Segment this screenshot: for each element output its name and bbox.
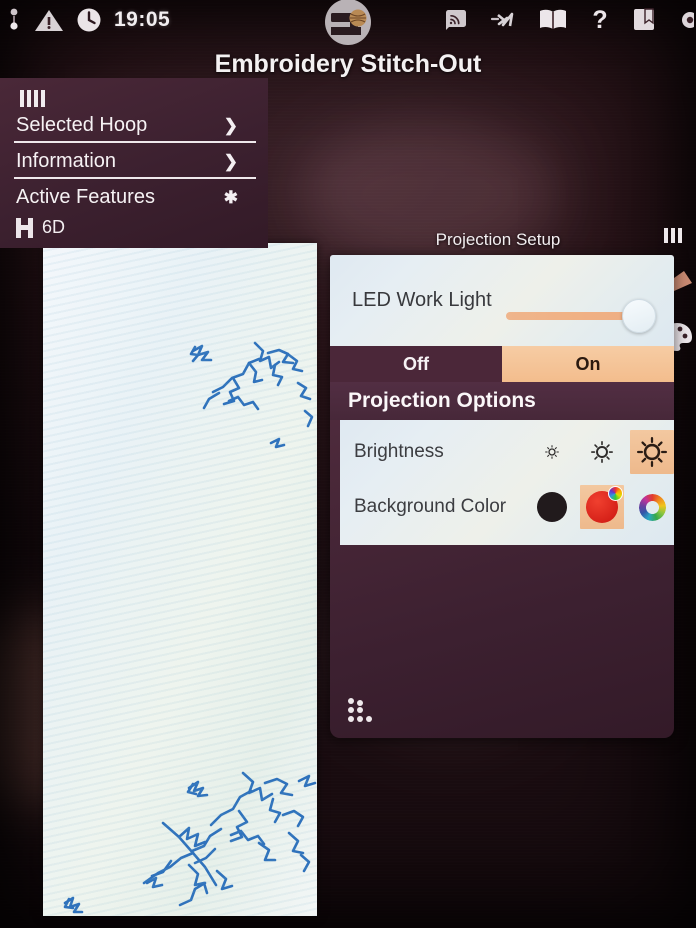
svg-text:?: ?	[592, 6, 607, 34]
background-color-label: Background Color	[354, 496, 507, 518]
led-brightness-slider[interactable]	[506, 299, 656, 333]
manual-book-icon[interactable]	[538, 8, 568, 32]
color-wheel-icon	[638, 493, 666, 521]
led-work-light-label: LED Work Light	[352, 289, 492, 311]
sidebar-item-label: Active Features	[16, 186, 155, 208]
active-feature-6d[interactable]: 6D	[14, 217, 256, 238]
sidebar-item-label: Information	[16, 150, 117, 172]
brightness-label: Brightness	[354, 441, 444, 463]
gear-icon[interactable]	[678, 7, 696, 33]
help-question-icon[interactable]: ?	[590, 6, 610, 34]
sewing-machine-icon[interactable]	[320, 0, 376, 57]
status-bar-left: 19:05	[0, 7, 170, 33]
toggle-off-button[interactable]: Off	[330, 346, 502, 382]
hoop-bars-icon	[20, 90, 256, 107]
red-swatch-icon	[586, 486, 623, 523]
brightness-medium-button[interactable]	[580, 430, 624, 474]
sidebar-item-active-features[interactable]: Active Features ✱	[14, 183, 256, 213]
sidebar-item-selected-hoop[interactable]: Selected Hoop ❯	[14, 111, 256, 143]
warning-triangle-icon[interactable]	[34, 8, 64, 33]
pendant-icon[interactable]	[6, 7, 22, 33]
projection-setup-dialog: Projection Setup LED Work Light Off On P…	[318, 228, 678, 738]
brightness-choices	[530, 430, 674, 474]
wifi-signal-icon[interactable]	[444, 8, 468, 32]
background-color-wheel-button[interactable]	[630, 485, 674, 529]
background-color-choices	[530, 485, 674, 529]
projection-options-panel: Brightness Background Color	[340, 420, 674, 545]
chevron-down-icon: ✱	[223, 187, 238, 207]
projection-onoff-toggle: Off On	[330, 346, 674, 382]
brightness-low-button[interactable]	[530, 430, 574, 474]
projection-options-header: Projection Options	[330, 382, 674, 420]
device-screen: 19:05 ? Embroidery Stitch-Out Selected H…	[0, 0, 696, 928]
chevron-right-icon: ❯	[223, 115, 238, 135]
sidebar-item-label: Selected Hoop	[16, 114, 148, 136]
chevron-right-icon: ❯	[223, 151, 238, 171]
status-bar: 19:05 ?	[0, 0, 696, 45]
clock-time: 19:05	[114, 8, 171, 31]
color-wheel-badge-icon	[608, 486, 623, 501]
background-color-black-button[interactable]	[530, 485, 574, 529]
active-feature-label: 6D	[42, 217, 66, 237]
status-bar-right: ?	[444, 6, 696, 34]
embroidery-design-canvas[interactable]	[43, 243, 317, 916]
slider-track	[506, 312, 634, 320]
dialog-title: Projection Setup	[435, 230, 561, 249]
black-swatch-icon	[537, 492, 567, 522]
left-menu-panel: Selected Hoop ❯ Information ❯ Active Fea…	[0, 78, 268, 248]
clock-icon[interactable]	[76, 7, 102, 33]
sidebar-item-information[interactable]: Information ❯	[14, 147, 256, 179]
slider-thumb[interactable]	[622, 299, 656, 333]
background-color-red-button[interactable]	[580, 485, 624, 529]
hoop-h-icon	[16, 217, 33, 238]
drag-handle-dots[interactable]	[348, 698, 374, 722]
dialog-body: LED Work Light Off On Projection Options…	[330, 255, 674, 738]
brightness-row: Brightness	[340, 428, 674, 476]
brightness-high-button[interactable]	[630, 430, 674, 474]
thread-path-icon[interactable]	[490, 9, 516, 31]
bookmark-icon[interactable]	[632, 7, 656, 33]
background-color-row: Background Color	[340, 476, 674, 538]
stitch-pattern	[63, 341, 317, 914]
toggle-on-button[interactable]: On	[502, 346, 674, 382]
led-work-light-row: LED Work Light	[330, 255, 674, 346]
